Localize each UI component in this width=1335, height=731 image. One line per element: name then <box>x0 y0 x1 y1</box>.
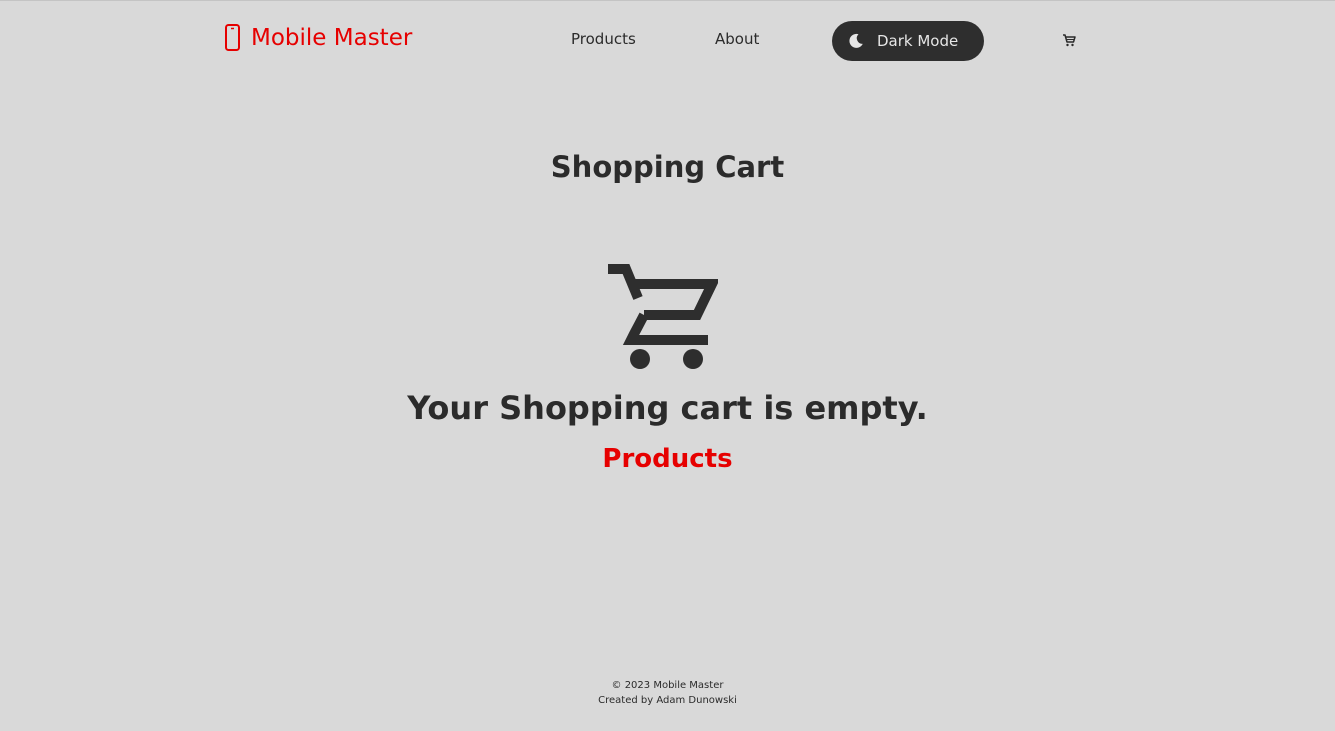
empty-cart-message: Your Shopping cart is empty. <box>407 389 928 427</box>
shop-products-link[interactable]: Products <box>602 444 732 474</box>
smartphone-icon <box>225 24 240 51</box>
top-border <box>0 0 1335 1</box>
dark-mode-toggle[interactable]: Dark Mode <box>832 21 984 61</box>
products-link-wrapper: Products <box>0 444 1335 474</box>
brand-logo-link[interactable]: Mobile Master <box>224 22 412 54</box>
footer-credit: Created by Adam Dunowski <box>598 695 737 706</box>
footer-copyright: © 2023 Mobile Master <box>611 680 724 691</box>
nav-products-link[interactable]: Products <box>571 30 636 48</box>
footer: © 2023 Mobile Master Created by Adam Dun… <box>0 678 1335 708</box>
cart-icon[interactable] <box>1062 33 1076 47</box>
brand-name: Mobile Master <box>251 25 413 51</box>
dark-mode-label: Dark Mode <box>877 32 959 50</box>
nav-about-link[interactable]: About <box>715 30 759 48</box>
page-title: Shopping Cart <box>550 150 785 184</box>
empty-cart-icon <box>608 264 718 369</box>
moon-icon <box>849 33 863 48</box>
